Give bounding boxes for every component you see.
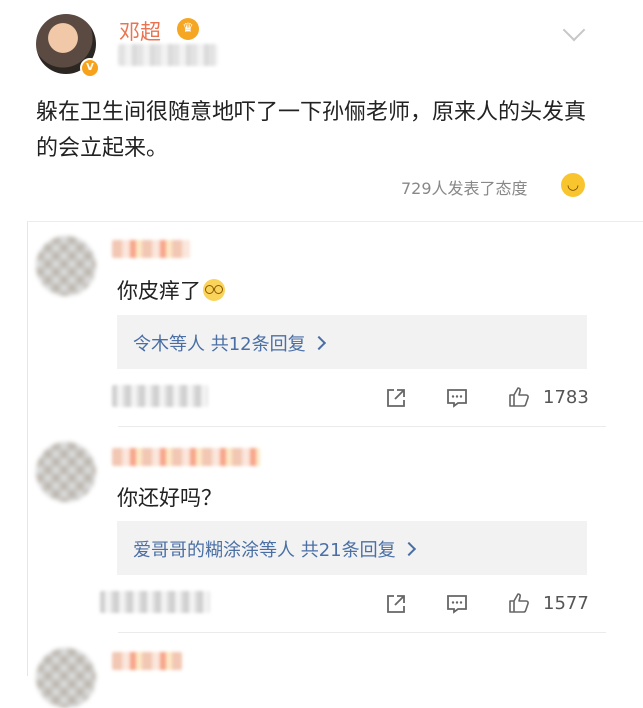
comments-left-border: [27, 222, 28, 676]
commenter-avatar[interactable]: [36, 236, 96, 296]
share-icon[interactable]: [384, 592, 408, 616]
comment-icon[interactable]: [445, 592, 469, 616]
chevron-right-icon: [311, 335, 326, 351]
like-count: 1783: [543, 387, 589, 408]
attitude-count[interactable]: 729人发表了态度: [401, 175, 528, 199]
comment-text: 你皮痒了: [117, 275, 225, 305]
like-count: 1577: [543, 593, 589, 614]
reply-summary[interactable]: 爱哥哥的糊涂涂等人 共21条回复: [133, 536, 416, 562]
author-name[interactable]: 邓超: [119, 16, 161, 46]
comment-text: 你还好吗？: [117, 486, 222, 510]
crown-icon: ♛: [177, 18, 199, 40]
chevron-down-icon[interactable]: [562, 18, 586, 42]
reply-summary-box[interactable]: 令木等人 共12条回复: [117, 315, 587, 369]
thumbs-up-icon[interactable]: [507, 591, 531, 615]
reply-summary[interactable]: 令木等人 共12条回复: [133, 330, 326, 356]
comment-divider: [118, 426, 606, 427]
chevron-right-icon: [401, 541, 416, 557]
reply-summary-box[interactable]: 爱哥哥的糊涂涂等人 共21条回复: [117, 521, 587, 575]
post-meta-blurred: [118, 44, 218, 66]
commenter-avatar[interactable]: [36, 648, 96, 708]
smile-emoji-icon[interactable]: ◡: [561, 173, 585, 197]
comment-icon[interactable]: [445, 386, 469, 410]
comments-top-divider: [27, 221, 643, 222]
comment-time-blurred: [100, 591, 210, 613]
reply-summary-text: 令木等人 共12条回复: [133, 334, 306, 355]
post-text: 躲在卫生间很随意地吓了一下孙俪老师，原来人的头发真的会立起来。: [36, 100, 587, 161]
verified-badge-icon: V: [80, 58, 100, 78]
commenter-name-blurred[interactable]: [112, 652, 182, 670]
dizzy-emoji-icon: [203, 279, 225, 301]
comment-text-content: 你皮痒了: [117, 279, 201, 303]
comment-divider: [118, 632, 606, 633]
reply-summary-text: 爱哥哥的糊涂涂等人 共21条回复: [133, 540, 396, 561]
commenter-name-blurred[interactable]: [112, 240, 190, 258]
comment-time-blurred: [112, 385, 208, 407]
share-icon[interactable]: [384, 386, 408, 410]
commenter-avatar[interactable]: [36, 442, 96, 502]
thumbs-up-icon[interactable]: [507, 385, 531, 409]
commenter-name-blurred[interactable]: [112, 448, 260, 466]
